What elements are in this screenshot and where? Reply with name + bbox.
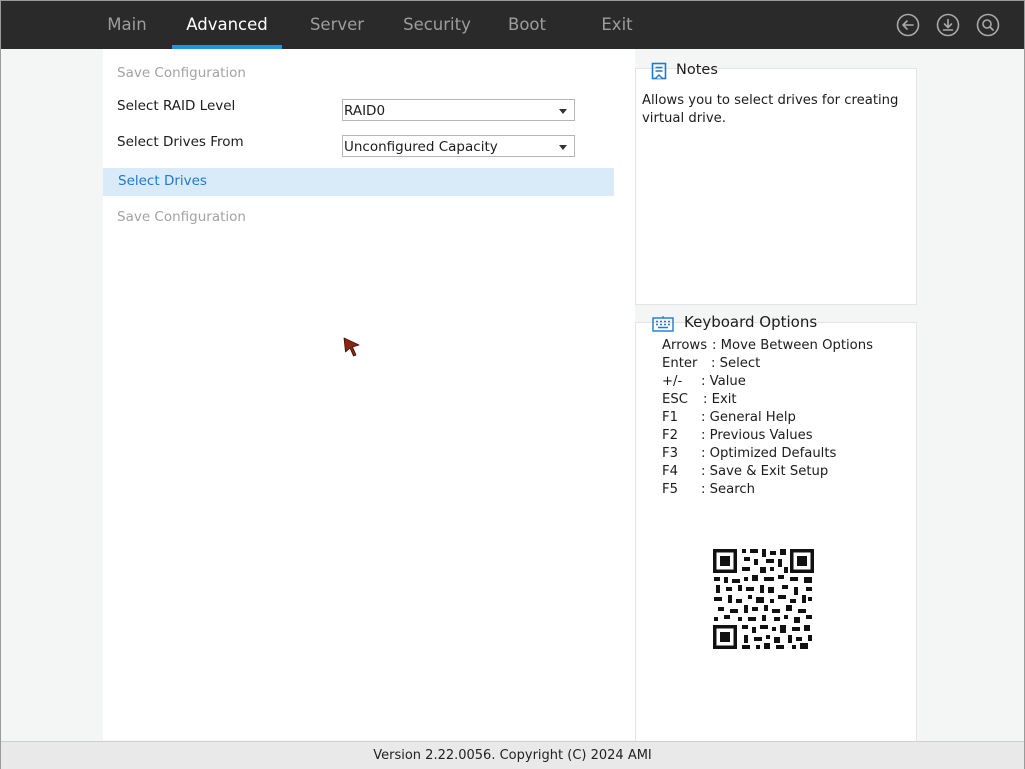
tab-exit[interactable]: Exit bbox=[597, 1, 637, 49]
shortcut-description: : Exit bbox=[703, 392, 737, 407]
tab-advanced[interactable]: Advanced bbox=[172, 1, 282, 49]
shortcut-key: Enter bbox=[662, 356, 698, 371]
qr-code-icon bbox=[704, 537, 822, 655]
raid-level-value: RAID0 bbox=[344, 103, 386, 119]
notes-panel: Notes Allows you to select drives for cr… bbox=[635, 62, 917, 305]
shortcut-description: : Previous Values bbox=[701, 428, 813, 443]
shortcut-description: : Select bbox=[711, 356, 761, 371]
drives-from-value: Unconfigured Capacity bbox=[344, 139, 498, 155]
drives-from-select[interactable]: Unconfigured Capacity bbox=[342, 135, 575, 157]
tab-boot[interactable]: Boot bbox=[503, 1, 551, 49]
download-icon[interactable] bbox=[936, 13, 960, 37]
shortcut-description: : Save & Exit Setup bbox=[701, 464, 829, 479]
notes-icon bbox=[651, 62, 667, 80]
save-configuration-item: Save Configuration bbox=[117, 209, 246, 225]
shortcut-description: : General Help bbox=[701, 410, 796, 425]
notes-title: Notes bbox=[676, 62, 718, 78]
shortcut-key: +/- bbox=[662, 374, 683, 389]
raid-level-select[interactable]: RAID0 bbox=[342, 99, 575, 121]
bios-window: Main Advanced Server Security Boot Exit … bbox=[0, 0, 1025, 769]
tab-server[interactable]: Server bbox=[304, 1, 370, 49]
notes-text: Allows you to select drives for creating… bbox=[642, 93, 899, 126]
shortcut-key: F5 bbox=[662, 482, 678, 497]
mouse-cursor-icon bbox=[343, 337, 360, 357]
shortcut-key: F2 bbox=[662, 428, 678, 443]
top-nav-bar: Main Advanced Server Security Boot Exit bbox=[1, 1, 1024, 49]
select-drives-item[interactable]: Select Drives bbox=[103, 168, 614, 196]
footer-version: Version 2.22.0056. Copyright (C) 2024 AM… bbox=[1, 741, 1024, 769]
shortcut-description: : Optimized Defaults bbox=[701, 446, 837, 461]
drives-from-label: Select Drives From bbox=[117, 134, 244, 150]
shortcut-key: ESC bbox=[662, 392, 688, 407]
shortcut-key: Arrows bbox=[662, 338, 708, 353]
raid-level-label: Select RAID Level bbox=[117, 98, 236, 114]
shortcut-description: : Value bbox=[701, 374, 746, 389]
keyboard-icon bbox=[652, 316, 674, 332]
shortcut-description: : Move Between Options bbox=[712, 338, 873, 353]
tab-security[interactable]: Security bbox=[399, 1, 475, 49]
back-icon[interactable] bbox=[896, 13, 920, 37]
keyboard-options-title: Keyboard Options bbox=[684, 313, 818, 331]
chevron-down-icon bbox=[559, 109, 567, 114]
shortcut-key: F1 bbox=[662, 410, 678, 425]
tab-main[interactable]: Main bbox=[101, 1, 153, 49]
save-configuration-item-top: Save Configuration bbox=[117, 65, 246, 81]
chevron-down-icon bbox=[559, 145, 567, 150]
search-icon[interactable] bbox=[976, 13, 1000, 37]
shortcut-key: F3 bbox=[662, 446, 678, 461]
select-drives-label: Select Drives bbox=[118, 173, 207, 189]
shortcut-key: F4 bbox=[662, 464, 678, 479]
settings-panel: Save Configuration Select RAID Level RAI… bbox=[103, 49, 635, 740]
shortcut-description: : Search bbox=[701, 482, 755, 497]
keyboard-options-panel: Keyboard Options Arrows : Move Between O… bbox=[635, 313, 917, 742]
